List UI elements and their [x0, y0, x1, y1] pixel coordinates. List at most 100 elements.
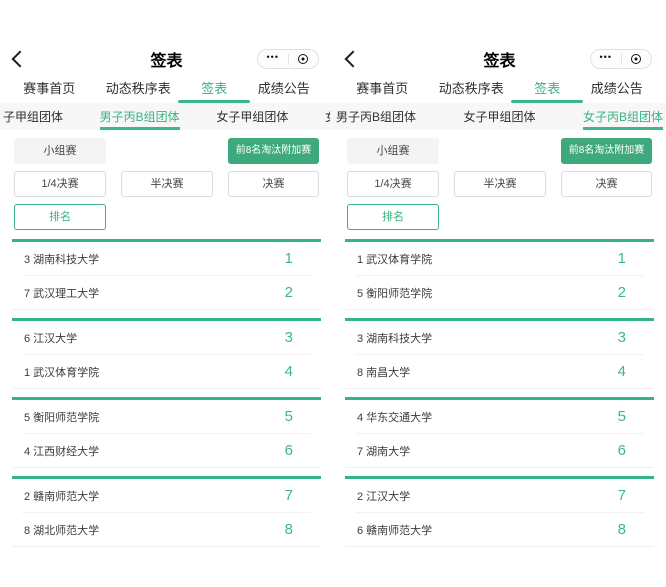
main-tabs: 赛事首页 动态秩序表 签表 成绩公告 [333, 72, 666, 103]
tab-event-home[interactable]: 赛事首页 [356, 72, 408, 103]
draw-group: 3 湖南科技大学 1 7 武汉理工大学 2 [12, 239, 321, 310]
team-name: 7 武汉理工大学 [24, 285, 99, 301]
team-row: 3 湖南科技大学 3 [345, 321, 654, 354]
group-subtabs: 男子丙B组团体 女子甲组团体 女子丙B组团体 [333, 103, 666, 130]
main-tabs: 赛事首页 动态秩序表 签表 成绩公告 [0, 72, 333, 103]
team-name: 2 赣南师范大学 [24, 488, 99, 504]
tab-dynamic-schedule[interactable]: 动态秩序表 [106, 72, 171, 103]
back-icon[interactable] [12, 51, 29, 68]
filter-top8-playoff[interactable]: 前8名淘汰附加赛 [228, 138, 319, 164]
draw-number: 6 [285, 442, 309, 459]
navbar: 签表 ••• [0, 46, 333, 72]
filter-grid-spacer [121, 138, 213, 164]
team-name: 3 湖南科技大学 [357, 330, 432, 346]
filter-final[interactable]: 决赛 [561, 171, 652, 197]
subtab-womens-a-team[interactable]: 女子甲组团体 [463, 103, 535, 130]
team-row: 1 武汉体育学院 1 [345, 242, 654, 275]
page-title: 签表 [150, 47, 182, 71]
team-row: 8 湖北师范大学 8 [12, 513, 321, 546]
subtab-womens-a-team[interactable]: 女子甲组团体 [216, 103, 288, 130]
draw-group: 3 湖南科技大学 3 8 南昌大学 4 [345, 318, 654, 389]
team-row: 4 华东交通大学 5 [345, 400, 654, 433]
exit-target-icon[interactable] [289, 54, 319, 64]
filter-ranking[interactable]: 排名 [14, 204, 106, 230]
subtab-mens-b-team[interactable]: 男子丙B组团体 [100, 103, 180, 130]
team-name: 6 江汉大学 [24, 330, 77, 346]
tab-event-home[interactable]: 赛事首页 [23, 72, 75, 103]
draw-number: 4 [285, 363, 309, 380]
filter-top8-playoff[interactable]: 前8名淘汰附加赛 [561, 138, 652, 164]
draw-number: 8 [618, 521, 642, 538]
draw-group: 6 江汉大学 3 1 武汉体育学院 4 [12, 318, 321, 389]
team-row: 6 江汉大学 3 [12, 321, 321, 354]
subtab-mens-b-team[interactable]: 男子丙B组团体 [336, 103, 416, 130]
tab-label: 成绩公告 [258, 72, 310, 103]
draw-group: 1 武汉体育学院 1 5 衡阳师范学院 2 [345, 239, 654, 310]
draw-sheet-screen-right: 签表 ••• 赛事首页 动态秩序表 签表 成绩公告 男子丙B组团体 女子甲组团体… [333, 0, 666, 587]
filter-semifinal[interactable]: 半决赛 [121, 171, 213, 197]
page-title: 签表 [483, 47, 515, 71]
filter-semifinal[interactable]: 半决赛 [454, 171, 546, 197]
draw-number: 5 [618, 408, 642, 425]
team-name: 6 赣南师范大学 [357, 522, 432, 538]
tab-label: 签表 [534, 72, 560, 103]
draw-number: 1 [285, 250, 309, 267]
team-name: 4 江西财经大学 [24, 443, 99, 459]
stage-filter-grid: 小组赛 前8名淘汰附加赛 1/4决赛 半决赛 决赛 排名 [0, 138, 333, 230]
draw-list: 3 湖南科技大学 1 7 武汉理工大学 2 6 江汉大学 3 1 武汉体育学院 … [0, 239, 333, 547]
draw-number: 3 [285, 329, 309, 346]
exit-target-icon[interactable] [622, 54, 652, 64]
subtab-mens-a-team-clipped[interactable]: 子甲组团体 [3, 103, 63, 130]
team-row: 5 衡阳师范学院 5 [12, 400, 321, 433]
subtab-womens-b-team-sliver[interactable]: 女子丙B组团体 [325, 103, 330, 130]
draw-number: 4 [618, 363, 642, 380]
draw-number: 5 [285, 408, 309, 425]
team-row: 3 湖南科技大学 1 [12, 242, 321, 275]
subtab-label: 女子甲组团体 [216, 108, 288, 125]
team-name: 1 武汉体育学院 [24, 364, 99, 380]
subtab-label: 女子丙B组团体 [325, 108, 330, 125]
team-row: 1 武汉体育学院 4 [12, 355, 321, 388]
team-row: 7 湖南大学 6 [345, 434, 654, 467]
subtab-label: 男子丙B组团体 [100, 108, 180, 125]
team-name: 5 衡阳师范学院 [24, 409, 99, 425]
team-name: 8 湖北师范大学 [24, 522, 99, 538]
team-name: 3 湖南科技大学 [24, 251, 99, 267]
tab-dynamic-schedule[interactable]: 动态秩序表 [439, 72, 504, 103]
draw-group: 5 衡阳师范学院 5 4 江西财经大学 6 [12, 397, 321, 468]
tab-results[interactable]: 成绩公告 [258, 72, 310, 103]
draw-group: 4 华东交通大学 5 7 湖南大学 6 [345, 397, 654, 468]
filter-quarterfinal[interactable]: 1/4决赛 [14, 171, 106, 197]
team-row: 8 南昌大学 4 [345, 355, 654, 388]
draw-sheet-screen-left: 签表 ••• 赛事首页 动态秩序表 签表 成绩公告 子甲组团体 男子丙B组团体 … [0, 0, 333, 587]
filter-grid-spacer [454, 138, 546, 164]
more-icon[interactable]: ••• [258, 53, 288, 65]
filter-quarterfinal[interactable]: 1/4决赛 [347, 171, 439, 197]
tab-draw-sheet[interactable]: 签表 [534, 72, 560, 103]
team-name: 8 南昌大学 [357, 364, 410, 380]
tab-label: 动态秩序表 [439, 72, 504, 103]
stage-filter-grid: 小组赛 前8名淘汰附加赛 1/4决赛 半决赛 决赛 排名 [333, 138, 666, 230]
team-row: 6 赣南师范大学 8 [345, 513, 654, 546]
draw-number: 2 [618, 284, 642, 301]
filter-ranking[interactable]: 排名 [347, 204, 439, 230]
tab-label: 签表 [201, 72, 227, 103]
wechat-capsule: ••• [590, 49, 652, 69]
navbar: 签表 ••• [333, 46, 666, 72]
tab-results[interactable]: 成绩公告 [591, 72, 643, 103]
more-icon[interactable]: ••• [591, 53, 621, 65]
filter-final[interactable]: 决赛 [228, 171, 319, 197]
subtab-womens-b-team[interactable]: 女子丙B组团体 [583, 103, 663, 130]
subtab-label: 男子丙B组团体 [336, 108, 416, 125]
tab-draw-sheet[interactable]: 签表 [201, 72, 227, 103]
tab-label: 赛事首页 [356, 72, 408, 103]
team-name: 7 湖南大学 [357, 443, 410, 459]
draw-list: 1 武汉体育学院 1 5 衡阳师范学院 2 3 湖南科技大学 3 8 南昌大学 … [333, 239, 666, 547]
back-icon[interactable] [345, 51, 362, 68]
tab-label: 动态秩序表 [106, 72, 171, 103]
team-name: 2 江汉大学 [357, 488, 410, 504]
filter-group-stage[interactable]: 小组赛 [14, 138, 106, 164]
group-subtabs: 子甲组团体 男子丙B组团体 女子甲组团体 女子丙B组团体 [0, 103, 333, 130]
filter-group-stage[interactable]: 小组赛 [347, 138, 439, 164]
team-row: 2 赣南师范大学 7 [12, 479, 321, 512]
